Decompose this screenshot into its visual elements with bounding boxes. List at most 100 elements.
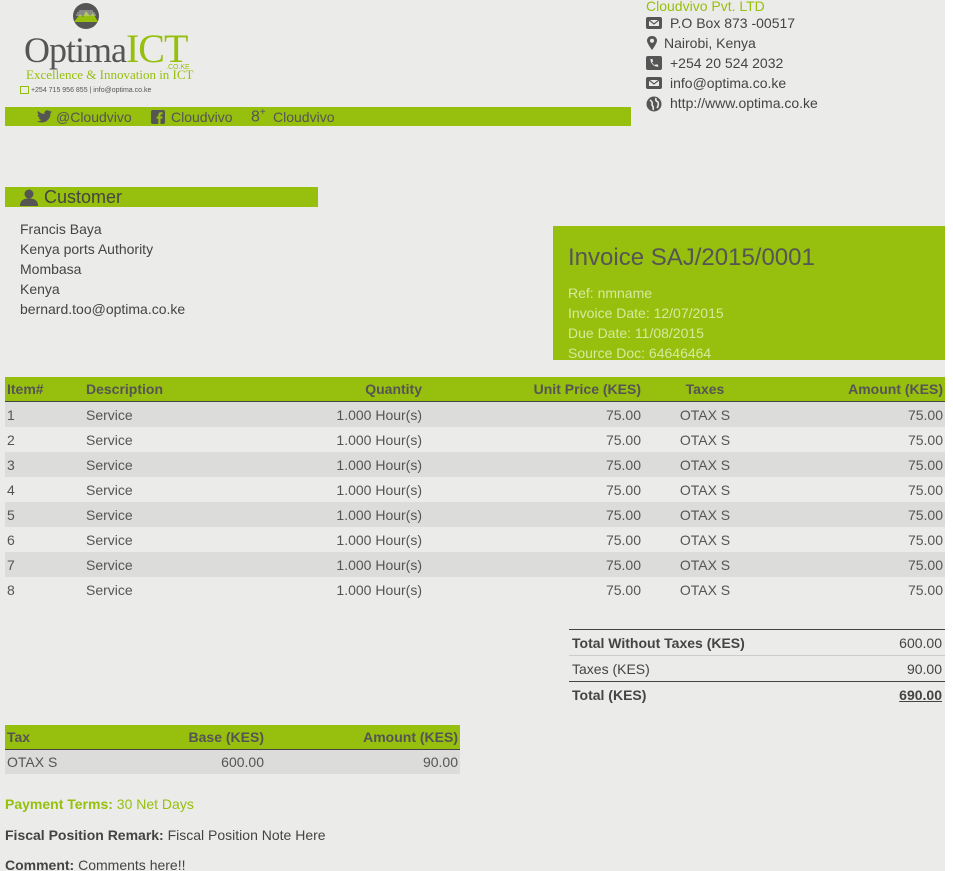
amount-cell: 75.00 <box>907 531 943 548</box>
comment: Comment: Comments here!! <box>5 857 186 871</box>
column-header: Item# <box>5 377 84 402</box>
column-header: Taxes <box>643 377 767 402</box>
column-header: Quantity <box>244 377 424 402</box>
item-number-cell: 8 <box>7 581 15 598</box>
column-header: Description <box>84 377 244 402</box>
invoice-source-doc: Source Doc: 64646464 <box>568 345 712 361</box>
fiscal-position-label: Fiscal Position Remark: <box>5 827 164 843</box>
payment-terms: Payment Terms: 30 Net Days <box>5 796 194 812</box>
taxes-row: Taxes (KES) 90.00 <box>569 656 945 682</box>
column-header: Tax <box>5 725 135 750</box>
customer-email: bernard.too@optima.co.ke <box>20 301 186 317</box>
customer-heading-bar: Customer <box>5 187 318 207</box>
taxes-cell: OTAX S <box>643 502 767 527</box>
column-header: Amount (KES) <box>266 725 460 750</box>
customer-country: Kenya <box>20 281 60 297</box>
table-row: 4 Service 1.000 Hour(s) 75.00 OTAX S 75.00 <box>5 477 945 502</box>
customer-address: Francis Baya Kenya ports Authority Momba… <box>20 219 185 319</box>
unit-price-cell: 75.00 <box>424 401 643 427</box>
table-row: 3 Service 1.000 Hour(s) 75.00 OTAX S 75.00 <box>5 452 945 477</box>
taxes-cell: OTAX S <box>643 552 767 577</box>
item-number-cell: 5 <box>5 502 84 527</box>
column-header: Unit Price (KES) <box>424 377 643 402</box>
envelope-icon <box>646 77 662 89</box>
logo-tagline: Excellence & Innovation in ICT <box>26 67 194 82</box>
tax-summary-table: Tax Base (KES) Amount (KES) OTAX S 600.0… <box>5 725 460 774</box>
fiscal-position-remark: Fiscal Position Remark: Fiscal Position … <box>5 827 326 843</box>
customer-organization: Kenya ports Authority <box>20 241 154 257</box>
company-logo: OptimaICT .CO.KE Excellence & Innovation… <box>20 3 205 103</box>
logo-contact-line: +254 715 956 855 | info@optima.co.ke <box>20 86 151 94</box>
grand-total-value: 690.00 <box>864 681 945 707</box>
taxes-cell: OTAX S <box>679 581 731 598</box>
invoice-date: Invoice Date: 12/07/2015 <box>568 305 724 321</box>
invoice-title: Invoice SAJ/2015/0001 <box>568 244 815 271</box>
quantity-cell: 1.000 Hour(s) <box>244 502 424 527</box>
customer-heading: Customer <box>44 187 123 207</box>
total-untaxed-value: 600.00 <box>864 629 945 656</box>
taxes-cell: OTAX S <box>679 481 731 498</box>
tax-base-cell: 600.00 <box>135 749 266 774</box>
unit-price-cell: 75.00 <box>605 531 641 548</box>
table-row: 7 Service 1.000 Hour(s) 75.00 OTAX S 75.00 <box>5 552 945 577</box>
phone-icon <box>646 56 662 70</box>
amount-cell: 75.00 <box>767 552 945 577</box>
envelope-icon <box>646 17 662 29</box>
twitter-icon[interactable] <box>37 110 52 123</box>
table-row: 5 Service 1.000 Hour(s) 75.00 OTAX S 75.00 <box>5 502 945 527</box>
social-googleplus-name[interactable]: Cloudvivo <box>273 109 334 125</box>
total-untaxed-row: Total Without Taxes (KES) 600.00 <box>569 629 945 656</box>
table-header-row: Item# Description Quantity Unit Price (K… <box>5 377 945 402</box>
column-header: Base (KES) <box>135 725 266 750</box>
social-facebook-name[interactable]: Cloudvivo <box>171 109 232 125</box>
phone-envelope-icon <box>20 86 29 94</box>
tax-amount-cell: 90.00 <box>266 749 460 774</box>
item-number-cell: 3 <box>5 452 84 477</box>
invoice-summary-box: Invoice SAJ/2015/0001 Ref: nmname Invoic… <box>553 226 945 363</box>
taxes-cell: OTAX S <box>643 452 767 477</box>
quantity-cell: 1.000 Hour(s) <box>336 481 422 498</box>
item-number-cell: 2 <box>7 431 15 448</box>
googleplus-icon[interactable]: 8+ <box>251 107 266 126</box>
grand-total-row: Total (KES) 690.00 <box>569 681 945 707</box>
table-row: 2 Service 1.000 Hour(s) 75.00 OTAX S 75.00 <box>5 427 945 452</box>
table-header-row: Tax Base (KES) Amount (KES) <box>5 725 460 750</box>
taxes-value: 90.00 <box>906 660 942 677</box>
invoice-ref: Ref: nmname <box>568 285 653 301</box>
description-cell: Service <box>86 581 133 598</box>
total-untaxed-label: Total Without Taxes (KES) <box>569 629 865 656</box>
unit-price-cell: 75.00 <box>605 431 641 448</box>
amount-cell: 75.00 <box>767 401 945 427</box>
unit-price-cell: 75.00 <box>424 452 643 477</box>
unit-price-cell: 75.00 <box>424 552 643 577</box>
table-row: 1 Service 1.000 Hour(s) 75.00 OTAX S 75.00 <box>5 401 945 427</box>
facebook-icon[interactable] <box>151 110 165 124</box>
amount-cell: 75.00 <box>767 452 945 477</box>
invoice-meta: Ref: nmname Invoice Date: 12/07/2015 Due… <box>568 283 724 363</box>
table-row: OTAX S 600.00 90.00 <box>5 749 460 774</box>
customer-city: Mombasa <box>20 261 82 277</box>
map-marker-icon <box>647 36 657 50</box>
description-cell: Service <box>86 481 133 498</box>
quantity-cell: 1.000 Hour(s) <box>244 452 424 477</box>
item-number-cell: 4 <box>7 481 15 498</box>
quantity-cell: 1.000 Hour(s) <box>244 401 424 427</box>
payment-terms-label: Payment Terms: <box>5 796 113 812</box>
comment-label: Comment: <box>5 857 75 871</box>
invoice-due-date: Due Date: 11/08/2015 <box>568 325 704 341</box>
social-twitter-handle[interactable]: @Cloudvivo <box>56 109 132 125</box>
taxes-cell: OTAX S <box>679 531 731 548</box>
customer-name: Francis Baya <box>20 221 102 237</box>
tax-name-cell: OTAX S <box>5 749 135 774</box>
invoice-lines-table: Item# Description Quantity Unit Price (K… <box>5 377 945 602</box>
amount-cell: 75.00 <box>767 502 945 527</box>
comment-value: Comments here!! <box>78 857 186 871</box>
description-cell: Service <box>84 552 244 577</box>
unit-price-cell: 75.00 <box>605 581 641 598</box>
description-cell: Service <box>84 502 244 527</box>
item-number-cell: 6 <box>7 531 15 548</box>
amount-cell: 75.00 <box>907 431 943 448</box>
quantity-cell: 1.000 Hour(s) <box>244 552 424 577</box>
totals-table: Total Without Taxes (KES) 600.00 Taxes (… <box>569 629 945 707</box>
social-bar: @Cloudvivo Cloudvivo 8+ Cloudvivo <box>5 107 631 126</box>
